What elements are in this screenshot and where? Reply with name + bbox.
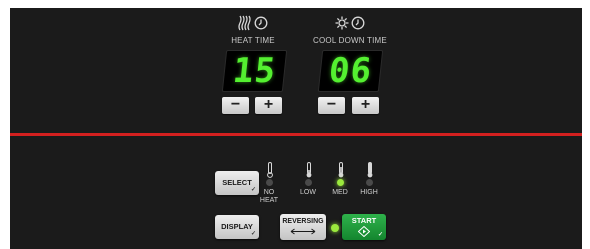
select-button-label: SELECT xyxy=(222,178,252,187)
dryer-control-panel: HEAT TIME 15 − + COOL DOWN TIME 06 − + S… xyxy=(10,8,582,249)
cooldown-time-digits: 06 xyxy=(326,51,375,91)
cooldown-time-minus-button[interactable]: − xyxy=(318,97,345,114)
thermometer-empty-icon xyxy=(265,162,275,178)
corner-check-icon: ✓ xyxy=(250,231,256,237)
heat-time-minus-button[interactable]: − xyxy=(222,97,249,114)
reversing-button[interactable]: REVERSING xyxy=(280,214,326,240)
heat-time-digits: 15 xyxy=(230,51,279,91)
heat-time-plus-button[interactable]: + xyxy=(255,97,282,114)
heat-level-led-low xyxy=(305,179,312,186)
heat-level-led-no-heat xyxy=(266,179,273,186)
heat-level-label-high: HIGH xyxy=(360,189,378,196)
thermometer-medium-icon xyxy=(336,162,346,178)
cooling-fan-icon xyxy=(335,15,349,35)
clock-icon xyxy=(351,15,365,35)
heat-time-display: 15 xyxy=(221,50,288,92)
display-button-label: DISPLAY xyxy=(221,222,253,231)
reversing-indicator-led xyxy=(331,224,339,232)
heat-level-led-med xyxy=(337,179,344,186)
heat-level-text: NO HEAT xyxy=(259,189,279,204)
cooldown-time-display: 06 xyxy=(317,50,384,92)
heat-level-label-no-heat: NO HEAT xyxy=(249,189,289,205)
thermometer-low-icon xyxy=(304,162,314,178)
heat-level-led-high xyxy=(366,179,373,186)
panel-divider xyxy=(10,133,582,136)
reversing-button-label: REVERSING xyxy=(282,218,324,225)
cooldown-time-header: COOL DOWN TIME xyxy=(285,15,415,45)
display-button[interactable]: DISPLAY ✓ xyxy=(215,215,259,239)
clock-icon xyxy=(254,15,268,35)
corner-check-icon: ✓ xyxy=(377,232,383,238)
cooldown-time-plus-button[interactable]: + xyxy=(352,97,379,114)
heat-waves-icon xyxy=(238,15,252,36)
start-button-label: START xyxy=(351,216,377,225)
double-arrow-icon xyxy=(280,228,326,237)
start-button[interactable]: START ✓ xyxy=(342,214,386,240)
thermometer-high-icon xyxy=(365,162,375,178)
cooldown-time-title: COOL DOWN TIME xyxy=(313,36,387,45)
